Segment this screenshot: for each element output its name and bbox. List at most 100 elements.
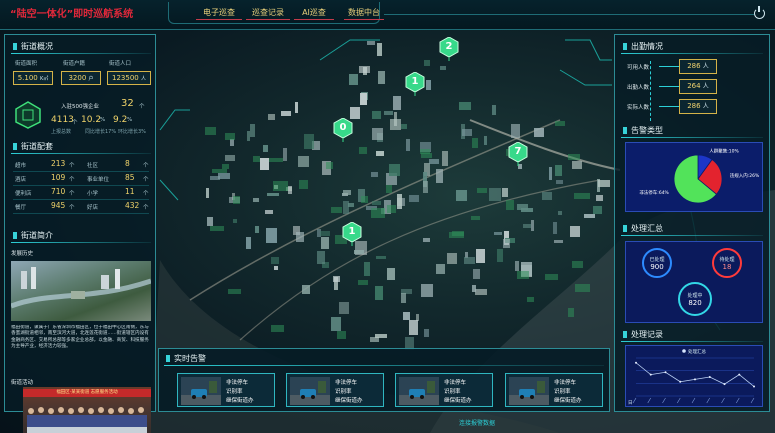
records-data-point[interactable] — [664, 371, 667, 374]
alert-card[interactable]: 非法停车 识别率 继保街道办 — [395, 373, 493, 407]
building — [363, 261, 370, 276]
records-data-point[interactable] — [753, 385, 755, 388]
map-marker[interactable]: 1 — [342, 221, 362, 246]
enterprise-badge-icon — [15, 101, 41, 129]
alert-card[interactable]: 非法停车 识别率 继保街道办 — [286, 373, 384, 407]
building — [359, 65, 371, 73]
building — [233, 219, 238, 224]
divider — [164, 365, 604, 366]
alert-snapshot-photo — [181, 377, 221, 405]
park-area — [252, 155, 261, 163]
building — [435, 169, 443, 183]
building — [510, 123, 520, 138]
alert-card[interactable]: 非法停车 识别率 继保街道办 — [505, 373, 603, 407]
map-marker[interactable]: 1 — [405, 71, 425, 96]
building — [253, 198, 259, 202]
tab-patrol-records[interactable]: 巡查记录 — [244, 6, 292, 20]
activity-label: 街道活动 — [11, 380, 34, 386]
power-icon[interactable] — [754, 6, 765, 19]
building — [210, 176, 221, 180]
building — [349, 74, 358, 86]
vehicle-snapshot-art — [181, 377, 221, 405]
building — [596, 195, 603, 201]
households-value-box: 3200 户 — [61, 71, 101, 85]
activity-group-photo: 福田区·某某街道 志愿服务活动 — [23, 387, 151, 433]
divider — [621, 235, 763, 236]
building — [297, 155, 309, 168]
building — [442, 151, 449, 166]
building — [408, 194, 419, 202]
attendance-title: 出勤情况 — [623, 42, 663, 51]
building — [303, 134, 315, 150]
x-tick — [632, 397, 637, 404]
tab-electronic-patrol[interactable]: 电子巡查 — [196, 6, 242, 20]
facility-unit: 个 — [143, 191, 149, 197]
building — [375, 285, 384, 301]
facility-value: 945 — [51, 201, 66, 210]
records-data-point[interactable] — [708, 376, 711, 378]
marker-label: 1 — [411, 76, 419, 87]
x-tick — [750, 397, 755, 404]
park-area — [554, 120, 566, 127]
alert-card[interactable]: 非法停车 识别率 继保街道办 — [177, 373, 275, 407]
tab-ai-patrol[interactable]: AI巡查 — [290, 6, 338, 20]
building — [392, 96, 402, 111]
park-area — [452, 230, 465, 237]
map-marker[interactable]: 2 — [439, 36, 459, 61]
building — [515, 260, 519, 272]
facility-label: 好店 — [87, 205, 99, 211]
building — [295, 101, 299, 113]
building — [316, 251, 325, 264]
map-marker[interactable]: 7 — [508, 141, 528, 166]
park-area — [544, 274, 559, 280]
in-progress-value: 820 — [688, 299, 702, 307]
facility-row: 餐厅 945 个 好店 432 个 — [5, 201, 155, 214]
records-data-point[interactable] — [649, 373, 652, 376]
building — [447, 252, 458, 265]
building — [302, 285, 310, 295]
attendance-value-box: 264 人 — [679, 79, 717, 94]
map-marker[interactable]: 0 — [333, 117, 353, 142]
processed-label: 已处理 — [649, 257, 665, 263]
building — [259, 158, 269, 170]
facility-value: 11 — [125, 187, 135, 196]
building — [491, 105, 497, 116]
park-area — [272, 181, 288, 191]
x-tick — [721, 397, 725, 404]
facility-unit: 个 — [143, 205, 149, 211]
attendance-unit: 人 — [702, 83, 709, 90]
processed-value: 900 — [650, 263, 664, 271]
park-area — [471, 138, 479, 148]
building — [541, 191, 553, 200]
tab-data-center[interactable]: 数据中台 — [340, 6, 388, 20]
building — [530, 220, 534, 231]
building — [384, 110, 394, 116]
records-data-point[interactable] — [679, 380, 682, 383]
attendance-value-box: 286 人 — [679, 59, 717, 74]
building — [397, 194, 402, 209]
records-data-point[interactable] — [694, 378, 696, 381]
building — [458, 102, 471, 110]
marker-label: 0 — [339, 122, 347, 133]
right-panel: 出勤情况 可用人数 286 人出勤人数 264 人实际人数 286 人 告警类型… — [614, 34, 770, 412]
population-value-box: 123500 人 — [107, 71, 151, 85]
pending-value: 18 — [722, 263, 732, 271]
records-data-point[interactable] — [635, 361, 637, 364]
building — [372, 200, 382, 205]
alert-office: 继保街道办 — [444, 398, 472, 404]
building — [377, 42, 382, 56]
park-area — [232, 196, 241, 205]
building — [436, 264, 446, 275]
footer-tag: 连接报警数据 — [459, 420, 496, 427]
alert-snapshot-photo — [399, 377, 439, 405]
pie-label: 违规入内:26% — [730, 172, 760, 179]
park-area — [572, 261, 583, 268]
facility-value: 710 — [51, 187, 66, 196]
records-data-point[interactable] — [723, 383, 726, 386]
tab-underline — [294, 19, 334, 20]
building — [472, 284, 477, 292]
records-data-point[interactable] — [738, 373, 741, 376]
history-label: 发展历史 — [11, 251, 34, 257]
building — [516, 203, 528, 210]
alert-type: 非法停车 — [554, 380, 577, 386]
